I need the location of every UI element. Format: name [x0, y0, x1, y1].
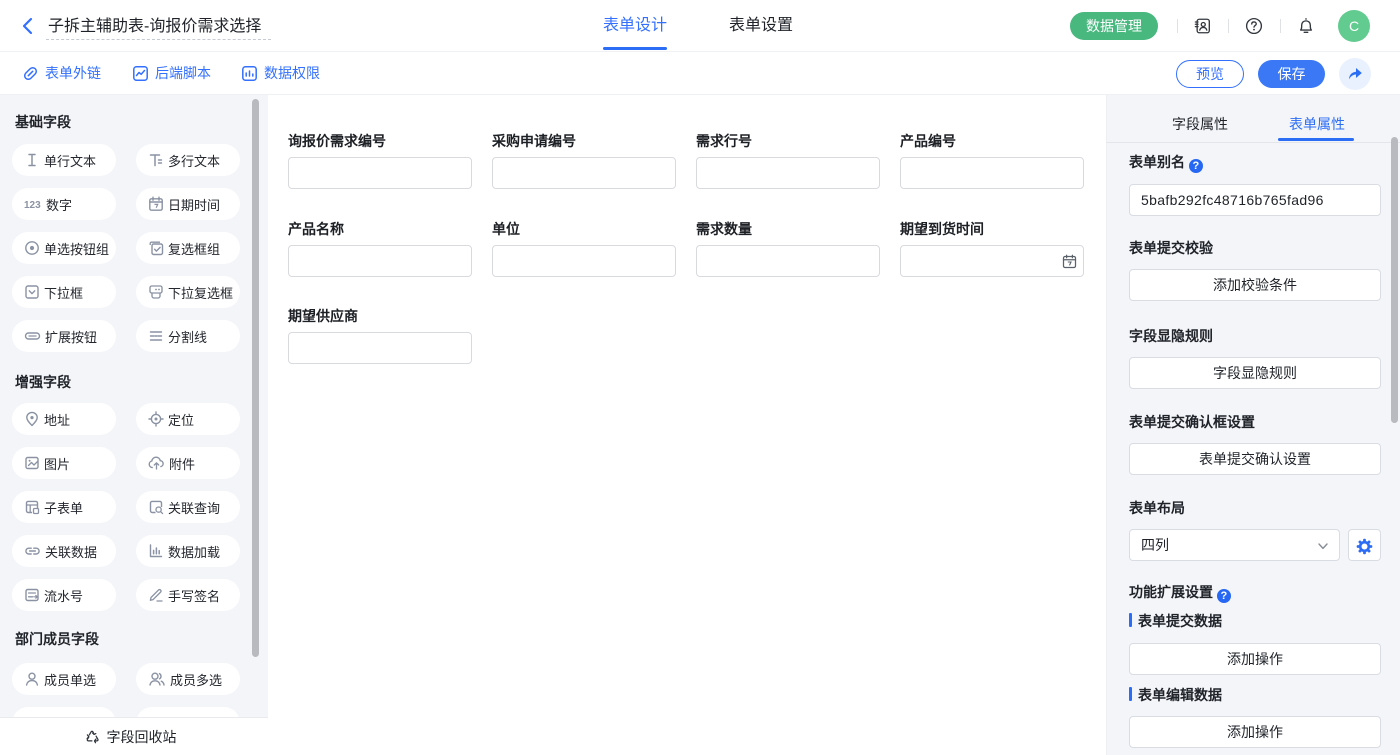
svg-text:123: 123 [24, 200, 41, 210]
